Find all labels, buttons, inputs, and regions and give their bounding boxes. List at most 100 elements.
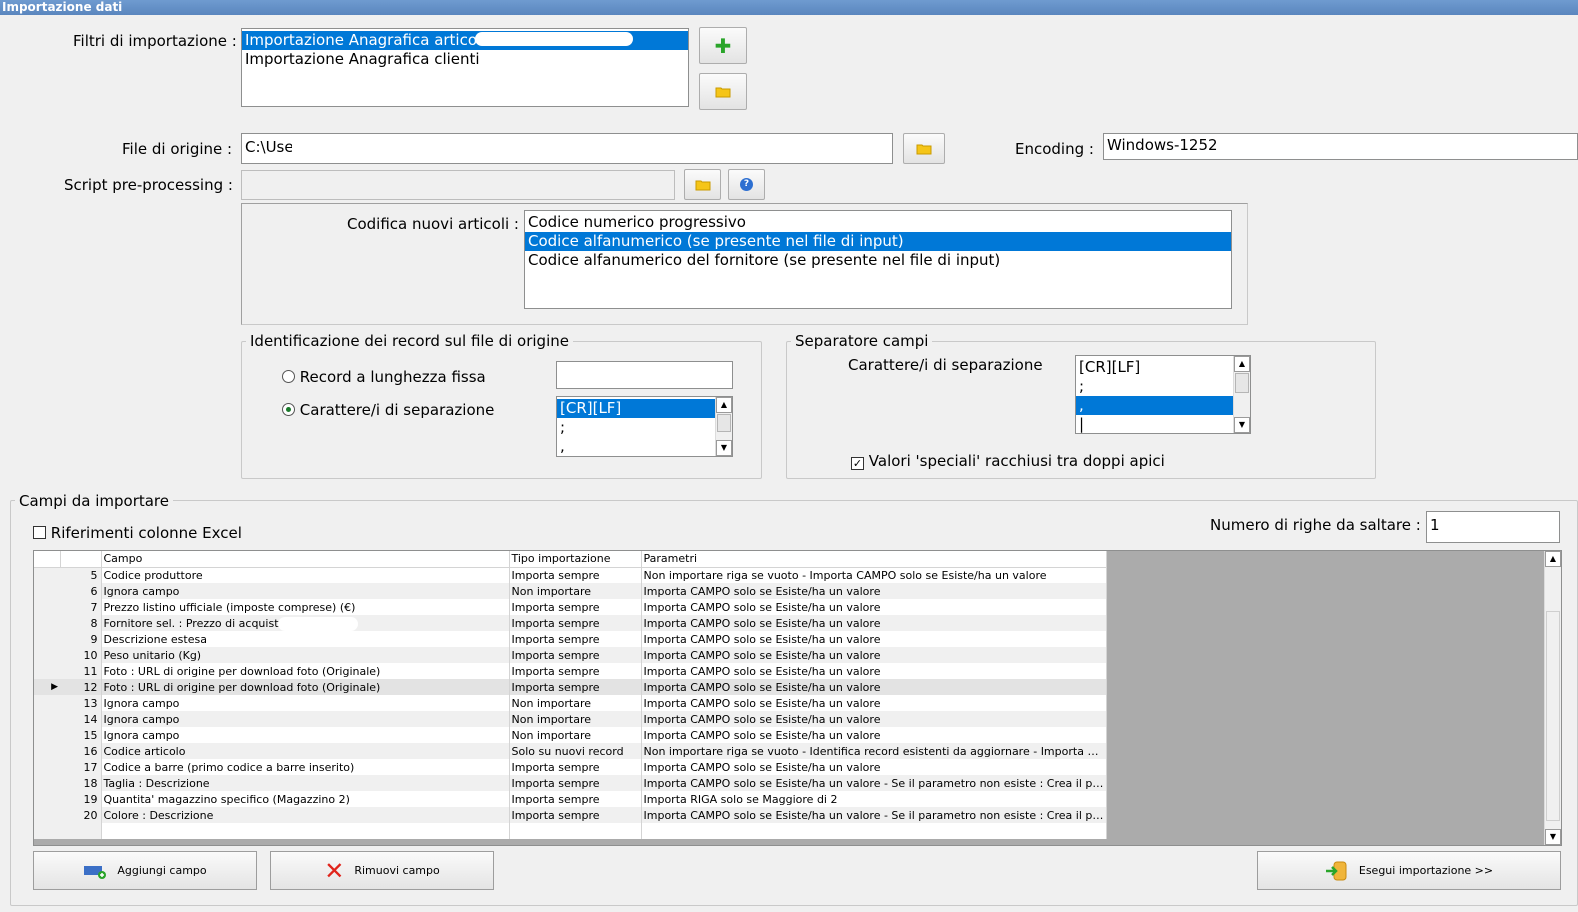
row-number[interactable]: 14 bbox=[60, 711, 102, 727]
encoding-select[interactable]: Windows-1252 bbox=[1103, 133, 1578, 160]
cell-parametri[interactable]: Importa CAMPO solo se Esiste/ha un valor… bbox=[641, 663, 1107, 679]
cell-parametri[interactable]: Importa CAMPO solo se Esiste/ha un valor… bbox=[641, 711, 1107, 727]
coding-item[interactable]: Codice alfanumerico del fornitore (se pr… bbox=[525, 251, 1231, 270]
cell-tipo[interactable]: Importa sempre bbox=[509, 663, 642, 679]
separator-item[interactable]: [CR][LF] bbox=[1076, 358, 1233, 377]
grid-header-parametri[interactable]: Parametri bbox=[641, 551, 1107, 568]
cell-tipo[interactable]: Non importare bbox=[509, 711, 642, 727]
table-row[interactable]: 10 Peso unitario (Kg) Importa sempre Import… bbox=[34, 647, 1107, 663]
separator-radio[interactable]: Carattere/i di separazione bbox=[282, 401, 494, 419]
cell-tipo[interactable]: Importa sempre bbox=[509, 679, 642, 695]
cell-tipo[interactable]: Importa sempre bbox=[509, 631, 642, 647]
cell-tipo[interactable]: Importa sempre bbox=[509, 775, 642, 791]
cell-tipo[interactable]: Non importare bbox=[509, 727, 642, 743]
script-input[interactable] bbox=[241, 170, 675, 200]
excel-checkbox[interactable]: Riferimenti colonne Excel bbox=[33, 524, 242, 542]
separator-item[interactable]: , bbox=[557, 437, 715, 456]
row-number[interactable]: 18 bbox=[60, 775, 102, 791]
cell-parametri[interactable]: Importa CAMPO solo se Esiste/ha un valor… bbox=[641, 679, 1107, 695]
separator-item[interactable]: ; bbox=[557, 418, 715, 437]
browse-script-button[interactable] bbox=[684, 169, 721, 200]
table-row[interactable]: 6 Ignora campo Non importare Importa CAMPO … bbox=[34, 583, 1107, 599]
empty-cell[interactable] bbox=[60, 823, 102, 839]
row-number[interactable]: 19 bbox=[60, 791, 102, 807]
fixed-length-input[interactable] bbox=[556, 361, 733, 389]
row-number[interactable]: 6 bbox=[60, 583, 102, 599]
cell-tipo[interactable]: Importa sempre bbox=[509, 599, 642, 615]
cell-campo[interactable]: Taglia : Descrizione bbox=[101, 775, 510, 791]
table-row[interactable]: 20 Colore : Descrizione Importa sempre Impo… bbox=[34, 807, 1107, 823]
separator-item[interactable]: ; bbox=[1076, 377, 1233, 396]
cell-tipo[interactable]: Solo su nuovi record bbox=[509, 743, 642, 759]
cell-campo[interactable]: Codice produttore bbox=[101, 567, 510, 583]
cell-campo[interactable]: Quantita' magazzino specifico (Magazzino… bbox=[101, 791, 510, 807]
cell-parametri[interactable]: Importa CAMPO solo se Esiste/ha un valor… bbox=[641, 583, 1107, 599]
table-row[interactable]: 18 Taglia : Descrizione Importa sempre Impo… bbox=[34, 775, 1107, 791]
separator-item[interactable]: | bbox=[1076, 415, 1233, 433]
browse-source-button[interactable] bbox=[903, 133, 945, 164]
scroll-up-icon[interactable]: ▲ bbox=[716, 397, 732, 413]
cell-parametri[interactable]: Non importare riga se vuoto - Importa CA… bbox=[641, 567, 1107, 583]
record-separator-listbox[interactable]: [CR][LF] ; , ▲ ▼ bbox=[556, 396, 733, 457]
table-row[interactable]: 11 Foto : URL di origine per download fot… bbox=[34, 663, 1107, 679]
cell-campo[interactable]: Codice a barre (primo codice a barre ins… bbox=[101, 759, 510, 775]
cell-parametri[interactable]: Importa CAMPO solo se Esiste/ha un valor… bbox=[641, 631, 1107, 647]
row-indicator[interactable] bbox=[34, 775, 60, 791]
scroll-down-icon[interactable]: ▼ bbox=[1234, 417, 1250, 433]
cell-campo[interactable]: Ignora campo bbox=[101, 711, 510, 727]
cell-campo[interactable]: Ignora campo bbox=[101, 583, 510, 599]
coding-item[interactable]: Codice alfanumerico (se presente nel fil… bbox=[525, 232, 1231, 251]
cell-parametri[interactable]: Importa CAMPO solo se Esiste/ha un valor… bbox=[641, 695, 1107, 711]
cell-parametri[interactable]: Importa RIGA solo se Maggiore di 2 bbox=[641, 791, 1107, 807]
cell-parametri[interactable]: Importa CAMPO solo se Esiste/ha un valor… bbox=[641, 647, 1107, 663]
table-row[interactable]: 7 Prezzo listino ufficiale (imposte compr… bbox=[34, 599, 1107, 615]
row-indicator[interactable]: ▶ bbox=[34, 679, 60, 695]
coding-item[interactable]: Codice numerico progressivo bbox=[525, 213, 1231, 232]
cell-campo[interactable]: Ignora campo bbox=[101, 695, 510, 711]
cell-tipo[interactable]: Importa sempre bbox=[509, 807, 642, 823]
row-indicator[interactable] bbox=[34, 599, 60, 615]
cell-parametri[interactable]: Importa CAMPO solo se Esiste/ha un valor… bbox=[641, 727, 1107, 743]
row-indicator[interactable] bbox=[34, 567, 60, 583]
checkbox-box[interactable]: ✓ bbox=[851, 457, 864, 470]
table-row[interactable]: 5 Codice produttore Importa sempre Non impo… bbox=[34, 567, 1107, 583]
cell-parametri[interactable]: Importa CAMPO solo se Esiste/ha un valor… bbox=[641, 599, 1107, 615]
cell-campo[interactable]: Ignora campo bbox=[101, 727, 510, 743]
row-number[interactable]: 17 bbox=[60, 759, 102, 775]
open-filter-button[interactable] bbox=[699, 73, 747, 110]
row-number[interactable]: 12 bbox=[60, 679, 102, 695]
cell-campo[interactable]: Foto : URL di origine per download foto … bbox=[101, 663, 510, 679]
row-number[interactable]: 10 bbox=[60, 647, 102, 663]
table-row[interactable]: ▶ 12 Foto : URL di origine per download fo… bbox=[34, 679, 1107, 695]
row-number[interactable]: 5 bbox=[60, 567, 102, 583]
script-help-button[interactable]: ? bbox=[728, 169, 765, 200]
cell-campo[interactable]: Foto : URL di origine per download foto … bbox=[101, 679, 510, 695]
grid-scrollbar[interactable]: ▲ ▼ bbox=[1544, 551, 1561, 845]
fields-grid[interactable]: Campo Tipo importazione Parametri 5 Codic… bbox=[33, 550, 1562, 846]
scroll-up-icon[interactable]: ▲ bbox=[1234, 356, 1250, 372]
scroll-down-icon[interactable]: ▼ bbox=[1545, 829, 1561, 845]
row-number[interactable]: 15 bbox=[60, 727, 102, 743]
cell-campo[interactable]: Descrizione estesa bbox=[101, 631, 510, 647]
fixed-length-radio[interactable]: Record a lunghezza fissa bbox=[282, 368, 486, 386]
table-row[interactable]: 14 Ignora campo Non importare Importa CAMPO… bbox=[34, 711, 1107, 727]
cell-parametri[interactable]: Importa CAMPO solo se Esiste/ha un valor… bbox=[641, 775, 1107, 791]
row-number[interactable]: 7 bbox=[60, 599, 102, 615]
row-number[interactable]: 16 bbox=[60, 743, 102, 759]
row-indicator[interactable] bbox=[34, 663, 60, 679]
grid-header-tipo[interactable]: Tipo importazione bbox=[509, 551, 642, 568]
row-indicator[interactable] bbox=[34, 615, 60, 631]
row-indicator[interactable] bbox=[34, 711, 60, 727]
filter-item[interactable]: Importazione Anagrafica clienti bbox=[242, 50, 688, 69]
add-filter-button[interactable]: ✚ bbox=[699, 27, 747, 64]
cell-parametri[interactable]: Importa CAMPO solo se Esiste/ha un valor… bbox=[641, 615, 1107, 631]
cell-tipo[interactable]: Importa sempre bbox=[509, 615, 642, 631]
cell-parametri[interactable]: Importa CAMPO solo se Esiste/ha un valor… bbox=[641, 807, 1107, 823]
row-number[interactable]: 8 bbox=[60, 615, 102, 631]
row-indicator[interactable] bbox=[34, 695, 60, 711]
row-indicator[interactable] bbox=[34, 583, 60, 599]
remove-field-button[interactable]: ✕ Rimuovi campo bbox=[270, 851, 494, 890]
scroll-up-icon[interactable]: ▲ bbox=[1545, 551, 1561, 567]
radio-circle[interactable] bbox=[282, 370, 295, 383]
empty-cell[interactable] bbox=[34, 823, 60, 839]
